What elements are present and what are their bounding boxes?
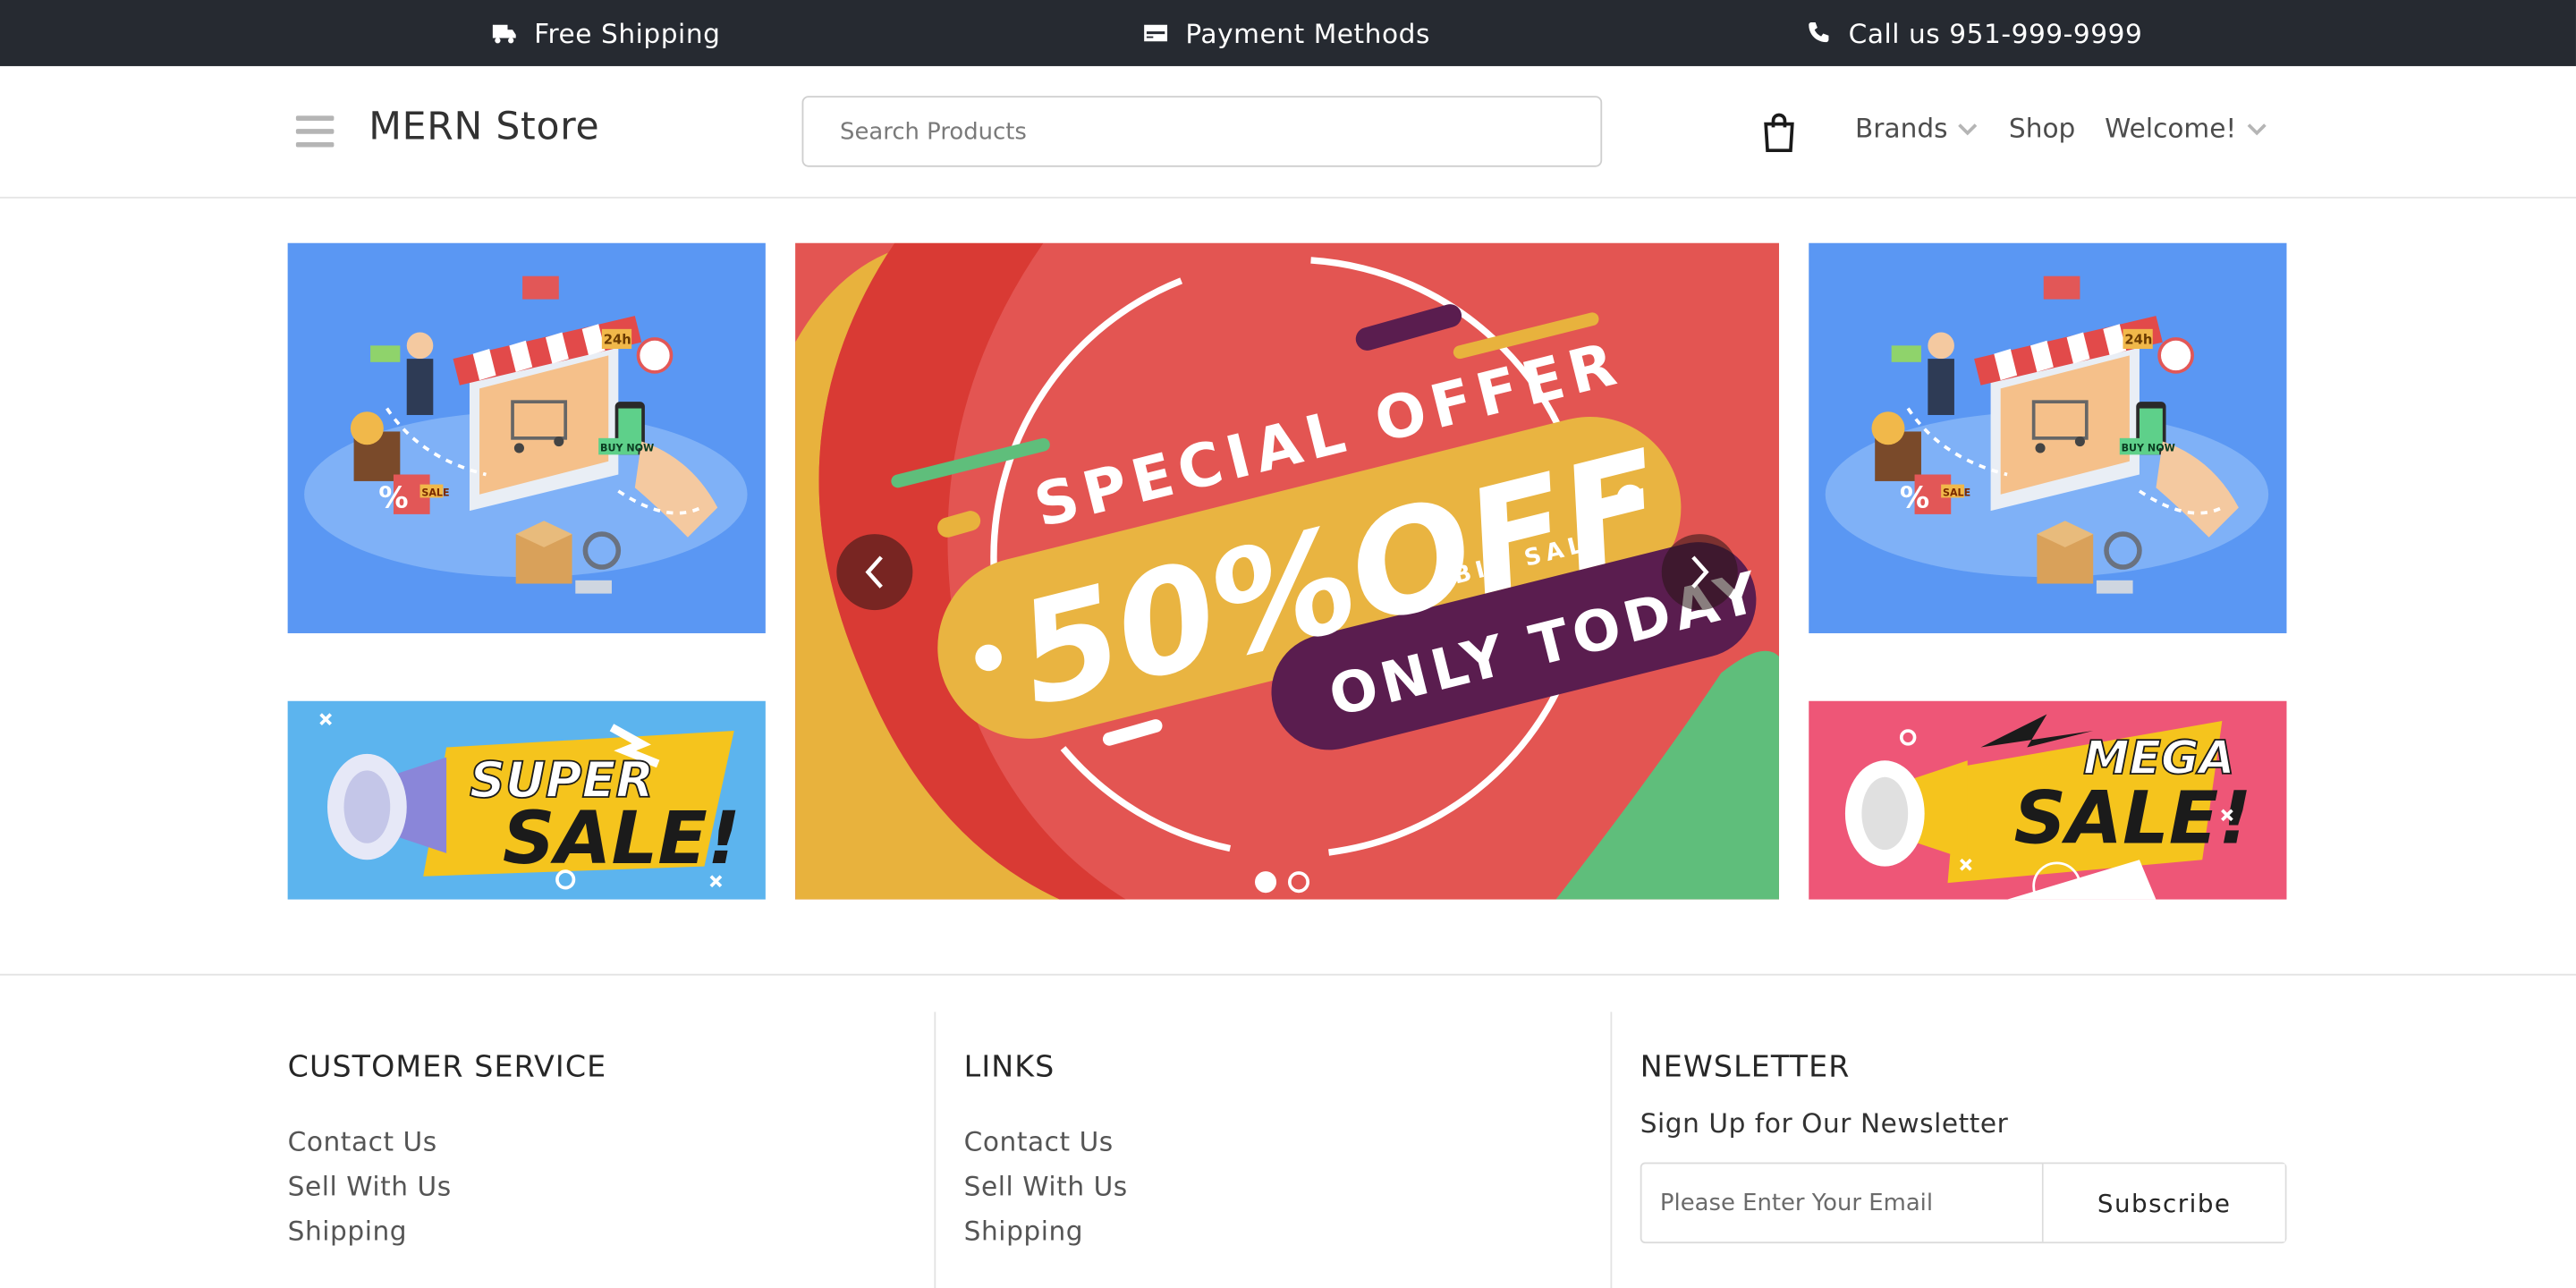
percent-badge: % <box>378 479 408 514</box>
phone-label: Call us 951-999-9999 <box>1848 17 2143 49</box>
nav-brands-label: Brands <box>1855 112 1948 144</box>
newsletter-heading: NEWSLETTER <box>1640 1049 1851 1085</box>
chevron-down-icon <box>1958 123 1978 135</box>
sale-badge: SALE <box>1943 487 1970 499</box>
carousel-dot-2[interactable] <box>1287 871 1310 894</box>
mega-sale-illustration: MEGA SALE! <box>1844 714 2251 900</box>
top-info-bar: Free Shipping Payment Methods Call us 95… <box>0 0 2576 66</box>
online-shop-illustration: % 24h BUY NOW SALE <box>304 275 748 594</box>
shopping-bag-icon[interactable] <box>1763 113 1796 153</box>
footer-link-shipping[interactable]: Shipping <box>288 1216 407 1247</box>
chevron-left-icon <box>865 555 883 589</box>
footer-link-shipping[interactable]: Shipping <box>964 1216 1083 1247</box>
sale-text: SALE! <box>503 797 741 881</box>
sale-badge: SALE <box>421 487 449 499</box>
truck-icon <box>492 24 516 44</box>
banner-online-shop-right[interactable]: % 24h BUY NOW SALE <box>1809 242 2287 633</box>
payment-methods-info: Payment Methods <box>1142 0 1430 66</box>
credit-card-icon <box>1144 24 1168 42</box>
search-input[interactable] <box>801 96 1603 167</box>
newsletter-email-input[interactable] <box>1641 1164 2044 1242</box>
payment-methods-label: Payment Methods <box>1185 17 1430 49</box>
online-shop-illustration: % 24h BUY NOW SALE <box>1825 275 2269 594</box>
newsletter-form: Subscribe <box>1640 1162 2287 1244</box>
newsletter-subtitle: Sign Up for Our Newsletter <box>1640 1107 2009 1140</box>
carousel-prev-button[interactable] <box>836 534 913 611</box>
links-heading: LINKS <box>963 1049 1055 1085</box>
customer-service-heading: CUSTOMER SERVICE <box>287 1049 607 1085</box>
special-offer-slide: SPECIAL OFFER 50%OFF BIG SALE ONLY TODAY <box>795 242 1779 900</box>
24h-badge: 24h <box>2124 332 2152 347</box>
hero-carousel[interactable]: SPECIAL OFFER 50%OFF BIG SALE ONLY TODAY <box>795 242 1779 900</box>
carousel-next-button[interactable] <box>1661 534 1738 611</box>
buy-now-badge: BUY NOW <box>2122 443 2175 454</box>
hamburger-icon[interactable] <box>295 115 335 148</box>
super-sale-illustration: SUPER SALE! <box>319 713 741 890</box>
chevron-down-icon <box>2246 123 2267 135</box>
sale-text: SALE! <box>2013 777 2251 861</box>
page: Free Shipping Payment Methods Call us 95… <box>0 0 2576 1288</box>
footer-link-sell-with-us[interactable]: Sell With Us <box>964 1171 1128 1202</box>
chevron-right-icon <box>1691 555 1709 589</box>
footer-link-contact-us[interactable]: Contact Us <box>964 1126 1114 1157</box>
free-shipping-label: Free Shipping <box>534 17 721 49</box>
nav-shop-label: Shop <box>2008 112 2076 144</box>
footer-divider <box>1610 1012 1613 1288</box>
nav-welcome-label: Welcome! <box>2105 112 2237 144</box>
footer-link-sell-with-us[interactable]: Sell With Us <box>288 1171 452 1202</box>
banner-mega-sale[interactable]: MEGA SALE! <box>1809 700 2287 900</box>
nav-welcome[interactable]: Welcome! <box>2105 112 2267 144</box>
carousel-dot-1[interactable] <box>1255 871 1277 894</box>
banner-super-sale[interactable]: SUPER SALE! <box>287 700 766 900</box>
nav-brands[interactable]: Brands <box>1855 113 1978 144</box>
subscribe-button[interactable]: Subscribe <box>2043 1164 2285 1242</box>
24h-badge: 24h <box>604 332 631 347</box>
phone-icon <box>1809 21 1829 43</box>
header: MERN Store Brands Shop Welcome! <box>0 66 2576 199</box>
footer-link-contact-us[interactable]: Contact Us <box>288 1126 437 1157</box>
banner-online-shop-left[interactable]: % 24h BUY NOW SALE <box>287 242 766 633</box>
phone-info: Call us 951-999-9999 <box>1806 0 2143 66</box>
store-logo[interactable]: MERN Store <box>369 106 599 148</box>
percent-badge: % <box>1900 479 1929 514</box>
buy-now-badge: BUY NOW <box>600 443 654 454</box>
free-shipping-info: Free Shipping <box>491 0 720 66</box>
footer-divider <box>934 1012 936 1288</box>
nav-shop[interactable]: Shop <box>2009 113 2075 144</box>
